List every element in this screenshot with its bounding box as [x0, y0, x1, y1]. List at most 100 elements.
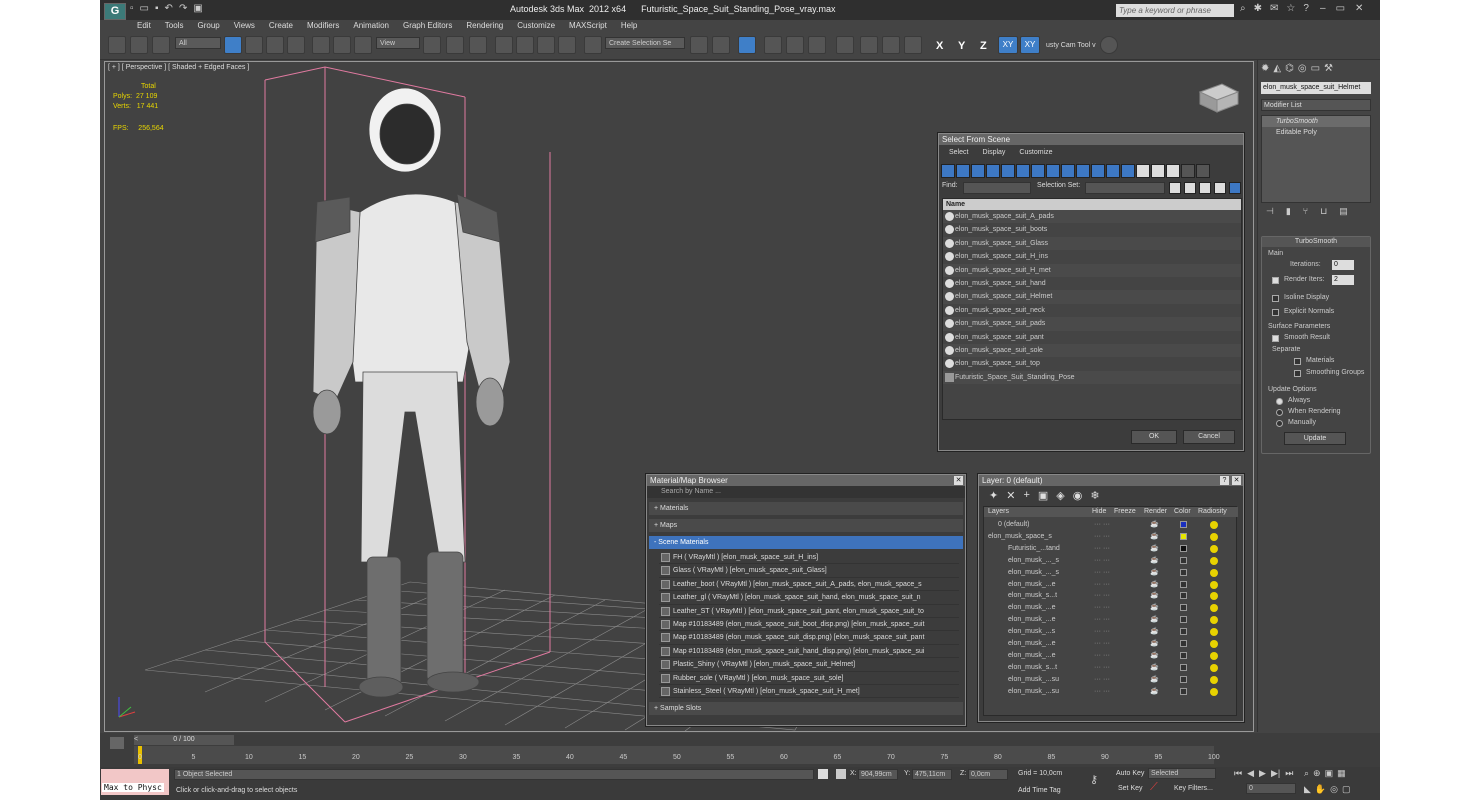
- freeze-all-icon[interactable]: ❄: [1090, 489, 1099, 502]
- subtract-from-set-icon[interactable]: [1214, 182, 1226, 194]
- material-row[interactable]: Stainless_Steel ( VRayMtl ) [elon_musk_s…: [659, 685, 959, 699]
- isoline-checkbox[interactable]: [1272, 295, 1279, 302]
- radiosity-bulb-icon[interactable]: [1210, 687, 1218, 696]
- when-rendering-radio[interactable]: [1276, 409, 1283, 416]
- go-to-start-icon[interactable]: ⏮: [1234, 768, 1242, 779]
- radiosity-bulb-icon[interactable]: [1210, 616, 1218, 625]
- communication-icon[interactable]: ✉: [1270, 3, 1278, 14]
- maximize-viewport-icon[interactable]: ▢: [1342, 784, 1351, 795]
- col-render[interactable]: Render: [1144, 508, 1167, 515]
- create-set-icon[interactable]: [1169, 182, 1181, 194]
- maxscript-label[interactable]: Max to Physc: [102, 783, 164, 792]
- help-icon[interactable]: ?: [1303, 3, 1309, 14]
- previous-frame-icon[interactable]: ◀: [1247, 768, 1254, 779]
- object-row[interactable]: Futuristic_Space_Suit_Standing_Pose: [943, 370, 1241, 385]
- tab-utilities-icon[interactable]: ⚒: [1324, 63, 1333, 74]
- close-icon[interactable]: ✕: [1232, 476, 1241, 485]
- render-teapot-icon[interactable]: ☕: [1150, 614, 1159, 625]
- material-editor-icon[interactable]: [836, 36, 854, 54]
- new-file-icon[interactable]: ▫: [130, 3, 134, 14]
- always-radio[interactable]: [1276, 398, 1283, 405]
- radiosity-bulb-icon[interactable]: [1210, 592, 1218, 601]
- layer-color-swatch[interactable]: [1180, 640, 1187, 647]
- display-xrefs-icon[interactable]: [1046, 164, 1060, 178]
- render-teapot-icon[interactable]: ☕: [1150, 567, 1159, 578]
- render-teapot-icon[interactable]: ☕: [1150, 602, 1159, 613]
- axis-xy-cycle-button[interactable]: XY: [1020, 36, 1040, 54]
- axis-y-button[interactable]: Y: [958, 40, 965, 52]
- layer-color-swatch[interactable]: [1180, 532, 1187, 540]
- display-geometry-icon[interactable]: [941, 164, 955, 178]
- render-teapot-icon[interactable]: ☕: [1150, 686, 1159, 697]
- group-sample-slots[interactable]: + Sample Slots: [649, 702, 963, 716]
- material-row[interactable]: Map #10183489 (elon_musk_space_suit_hand…: [659, 645, 959, 659]
- menu-customize[interactable]: Customize: [510, 20, 562, 32]
- align-icon[interactable]: [712, 36, 730, 54]
- layer-row[interactable]: elon_musk_...su ··· ··· ☕: [984, 674, 1238, 685]
- col-freeze[interactable]: Freeze: [1114, 508, 1136, 515]
- hide-freeze-toggles[interactable]: ··· ···: [1094, 590, 1110, 601]
- radiosity-bulb-icon[interactable]: [1210, 663, 1218, 672]
- rect-selection-icon[interactable]: [266, 36, 284, 54]
- orbit-icon[interactable]: ◎: [1330, 784, 1338, 795]
- layer-row[interactable]: elon_musk_s...t ··· ··· ☕: [984, 590, 1238, 601]
- app-logo-button[interactable]: G: [104, 3, 126, 20]
- go-to-end-icon[interactable]: ⏭: [1285, 768, 1293, 779]
- layer-color-swatch[interactable]: [1180, 556, 1187, 564]
- layer-row[interactable]: elon_musk_...e ··· ··· ☕: [984, 638, 1238, 649]
- next-frame-icon[interactable]: ▶|: [1271, 768, 1280, 779]
- material-row[interactable]: Glass ( VRayMtl ) [elon_musk_space_suit_…: [659, 564, 959, 578]
- render-teapot-icon[interactable]: ☕: [1150, 626, 1159, 637]
- pivot-center-icon[interactable]: [423, 36, 441, 54]
- z-coordinate[interactable]: 0,0cm: [968, 769, 1008, 780]
- curve-editor-toggle-icon[interactable]: [110, 737, 124, 749]
- hold-icon[interactable]: ▣: [193, 3, 202, 14]
- menu-animation[interactable]: Animation: [346, 20, 396, 32]
- menu-graph-editors[interactable]: Graph Editors: [396, 20, 459, 32]
- menu-views[interactable]: Views: [227, 20, 262, 32]
- col-layers[interactable]: Layers: [988, 508, 1009, 515]
- ref-coord-dropdown[interactable]: View: [376, 37, 420, 49]
- key-icon[interactable]: ⚷: [1090, 773, 1098, 786]
- layer-color-swatch[interactable]: [1180, 568, 1187, 576]
- cancel-button[interactable]: Cancel: [1183, 430, 1235, 444]
- display-none-icon[interactable]: [1136, 164, 1150, 178]
- help-icon[interactable]: ?: [1220, 476, 1229, 485]
- set-key-icon[interactable]: ⟋: [1150, 781, 1158, 794]
- render-teapot-icon[interactable]: ☕: [1150, 650, 1159, 661]
- render-teapot-icon[interactable]: ☕: [1150, 579, 1159, 590]
- manually-radio[interactable]: [1276, 420, 1283, 427]
- layer-color-swatch[interactable]: [1180, 616, 1187, 624]
- rendered-frame-icon[interactable]: [882, 36, 900, 54]
- radiosity-bulb-icon[interactable]: [1210, 640, 1218, 648]
- tab-create-icon[interactable]: ✹: [1261, 63, 1269, 74]
- move-icon[interactable]: [312, 36, 330, 54]
- highlight-layer-icon[interactable]: ◈: [1056, 489, 1064, 502]
- play-icon[interactable]: ▶: [1259, 768, 1266, 779]
- fov-icon[interactable]: ◣: [1304, 784, 1311, 795]
- tab-display-icon[interactable]: ▭: [1311, 63, 1320, 74]
- col-color[interactable]: Color: [1174, 508, 1191, 515]
- object-row[interactable]: elon_musk_space_suit_H_met: [943, 263, 1241, 277]
- select-object-icon[interactable]: [224, 36, 242, 54]
- radiosity-bulb-icon[interactable]: [1210, 556, 1218, 565]
- hide-freeze-toggles[interactable]: ··· ···: [1094, 555, 1110, 566]
- pan-icon[interactable]: ✋: [1315, 784, 1326, 795]
- mirror-icon[interactable]: [690, 36, 708, 54]
- object-row[interactable]: elon_musk_space_suit_top: [943, 357, 1241, 370]
- iterations-spinner[interactable]: 0: [1332, 260, 1354, 270]
- angle-snap-icon[interactable]: [516, 36, 534, 54]
- render-iters-spinner[interactable]: 2: [1332, 275, 1354, 285]
- layer-row[interactable]: elon_musk_..._s ··· ··· ☕: [984, 555, 1238, 566]
- object-row[interactable]: elon_musk_space_suit_sole: [943, 343, 1241, 358]
- ok-button[interactable]: OK: [1131, 430, 1177, 444]
- render-setup-icon[interactable]: [860, 36, 878, 54]
- camera-tool-label[interactable]: usty Cam Tool v: [1046, 42, 1096, 49]
- prev-frame-icon[interactable]: <: [134, 736, 144, 744]
- hide-freeze-toggles[interactable]: ··· ···: [1094, 638, 1110, 649]
- schematic-view-icon[interactable]: [808, 36, 826, 54]
- menu-modifiers[interactable]: Modifiers: [300, 20, 346, 32]
- hide-freeze-toggles[interactable]: ··· ···: [1094, 602, 1110, 613]
- radiosity-bulb-icon[interactable]: [1210, 568, 1218, 577]
- add-time-tag[interactable]: Add Time Tag: [1018, 787, 1061, 794]
